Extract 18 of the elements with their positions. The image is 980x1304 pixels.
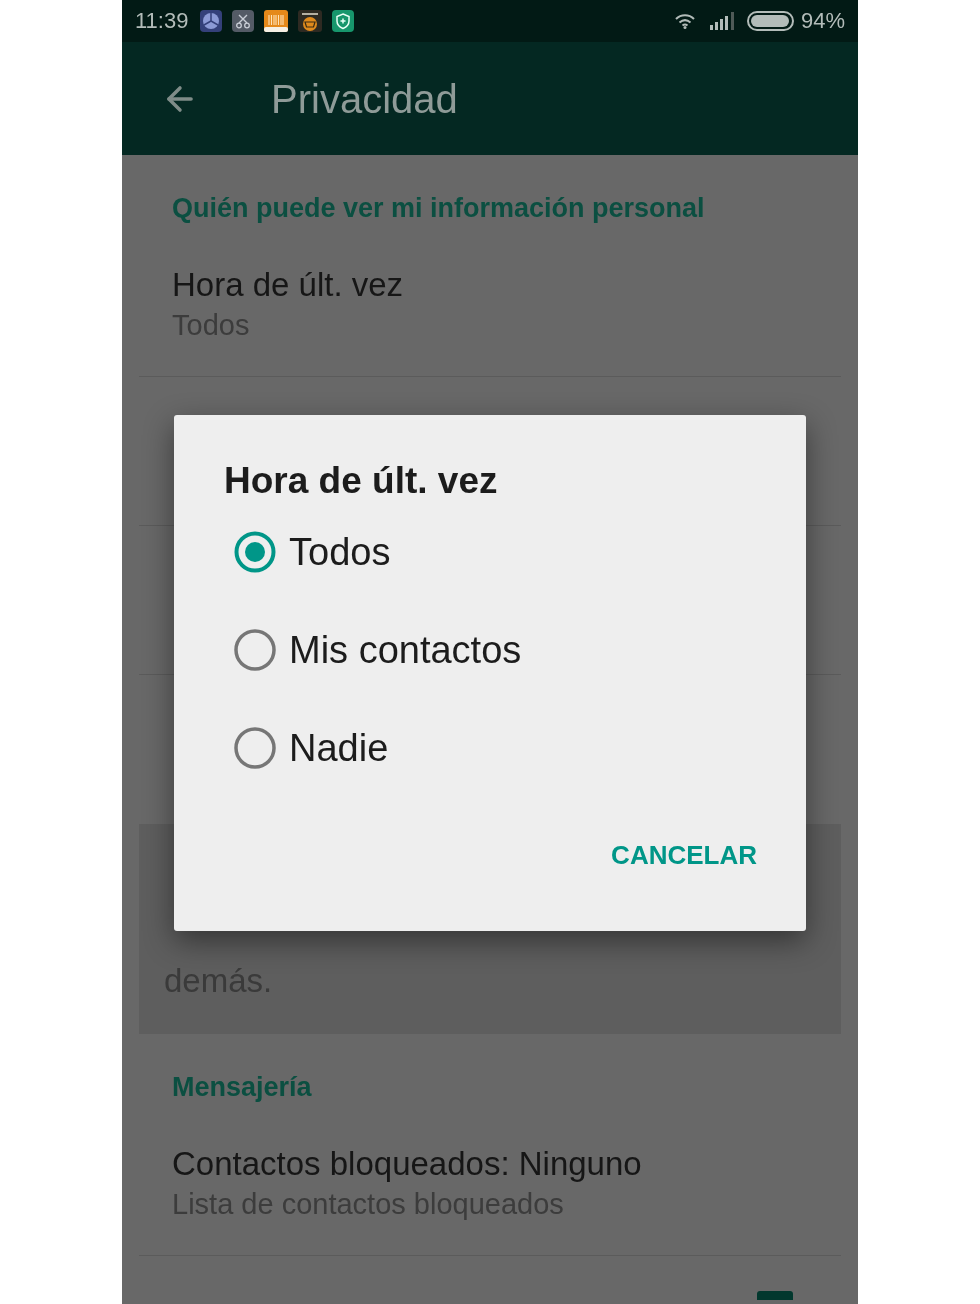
checkbox[interactable] xyxy=(757,1291,793,1300)
dialog-title: Hora de últ. vez xyxy=(224,460,498,501)
radio-option[interactable]: Nadie xyxy=(174,699,806,797)
barcode-app-icon xyxy=(264,10,289,32)
radio-option[interactable]: Todos xyxy=(174,503,806,601)
status-time: 11:39 xyxy=(135,10,189,32)
signal-icon xyxy=(709,12,736,30)
radio-option[interactable]: Mis contactos xyxy=(174,601,806,699)
section-header: Mensajería xyxy=(172,1072,312,1102)
wifi-icon xyxy=(674,13,695,29)
battery-percentage: 94% xyxy=(800,10,845,32)
app-bar-title: Privacidad xyxy=(271,78,458,119)
section-header: Quién puede ver mi información personal xyxy=(172,193,705,223)
cart-app-icon xyxy=(298,10,323,32)
cube-app-icon xyxy=(200,10,223,32)
scissors-app-icon xyxy=(232,10,255,32)
shield-app-icon xyxy=(332,10,355,32)
battery-icon xyxy=(746,11,794,31)
